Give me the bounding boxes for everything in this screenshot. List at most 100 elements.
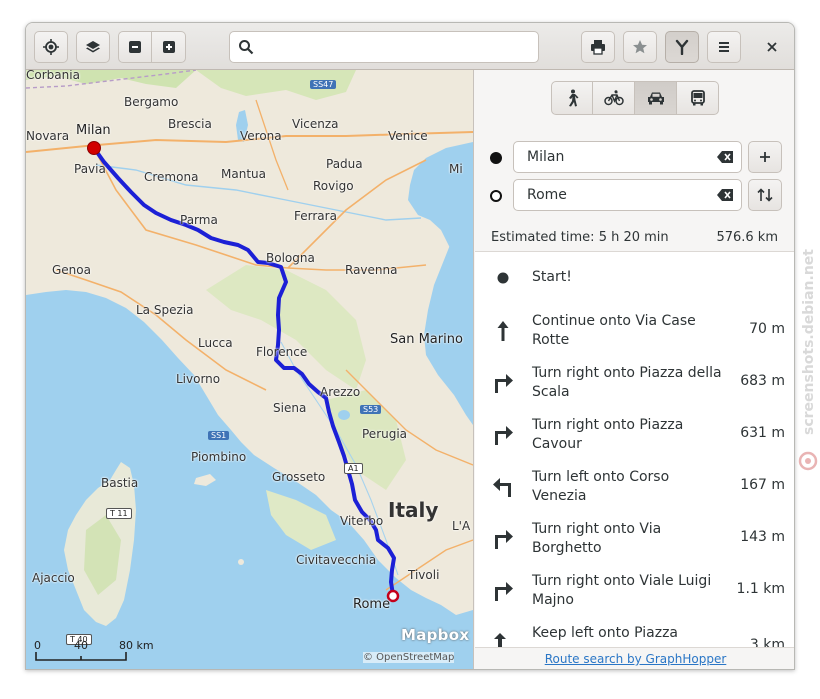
- map-label: La Spezia: [136, 303, 194, 317]
- map-label-milan: Milan: [76, 123, 111, 138]
- map-label: Florence: [256, 345, 308, 359]
- zoom-in-icon: [162, 41, 175, 53]
- search-field[interactable]: [229, 31, 539, 63]
- instruction-row[interactable]: Turn right onto Viale Luigi Majno 1.1 km: [475, 565, 794, 617]
- map-label: Padua: [326, 157, 363, 171]
- clear-icon[interactable]: [717, 151, 733, 163]
- instruction-text: Turn left onto Corso Venezia: [532, 469, 670, 504]
- add-waypoint-button[interactable]: [748, 141, 782, 173]
- instruction-text: Continue onto Via Case Rotte: [532, 313, 696, 348]
- map-label: Grosseto: [272, 470, 326, 484]
- map-label: L'A: [452, 519, 471, 533]
- map-attribution[interactable]: © OpenStreetMap: [363, 652, 455, 663]
- reverse-icon: [757, 188, 773, 202]
- scale-label: 0: [34, 639, 41, 652]
- instruction-distance: 3 km: [749, 637, 785, 648]
- close-icon: [767, 42, 777, 52]
- map-label: Brescia: [168, 117, 212, 131]
- print-button[interactable]: [581, 31, 615, 63]
- map-label: Siena: [273, 401, 307, 415]
- instruction-row[interactable]: Start!: [475, 252, 794, 304]
- route-summary: Estimated time: 5 h 20 min 576.6 km: [491, 230, 778, 245]
- mode-cycling-button[interactable]: [593, 81, 635, 115]
- mode-transit-button[interactable]: [677, 81, 719, 115]
- turn-right-icon: [489, 421, 517, 449]
- map-label: Piombino: [191, 450, 247, 464]
- instruction-text: Start!: [532, 269, 572, 285]
- road-shield: T 11: [106, 508, 132, 519]
- locate-button[interactable]: [34, 31, 68, 63]
- map-label: Genoa: [52, 263, 91, 277]
- instruction-text: Turn right onto Viale Luigi Majno: [532, 573, 712, 608]
- reverse-route-button[interactable]: [748, 179, 782, 211]
- destination-input[interactable]: [527, 185, 707, 205]
- scale-label: 40: [74, 639, 88, 652]
- end-dot-icon: [490, 190, 502, 202]
- map-label: Mi: [449, 162, 463, 176]
- start-marker[interactable]: [87, 141, 101, 155]
- map-label: Cremona: [144, 170, 199, 184]
- keep-left-icon: [489, 629, 517, 647]
- map-view[interactable]: Corbania Milan Bergamo Brescia Verona Vi…: [26, 70, 473, 670]
- zoom-out-button[interactable]: [118, 31, 152, 63]
- instruction-text: Turn right onto Via Borghetto: [532, 521, 662, 556]
- mode-walking-button[interactable]: [551, 81, 593, 115]
- zoom-in-button[interactable]: [152, 31, 186, 63]
- bus-icon: [690, 90, 705, 106]
- map-label: Vicenza: [292, 117, 339, 131]
- menu-button[interactable]: [707, 31, 741, 63]
- map-label: Bologna: [266, 251, 315, 265]
- instruction-distance: 70 m: [749, 321, 785, 337]
- map-label: Pavia: [74, 162, 106, 176]
- instruction-row[interactable]: Turn right onto Piazza Cavour 631 m: [475, 409, 794, 461]
- instruction-list[interactable]: Start! Continue onto Via Case Rotte 70 m…: [475, 251, 794, 648]
- map-label: Perugia: [362, 427, 408, 441]
- route-button[interactable]: [665, 31, 699, 63]
- instruction-row[interactable]: Turn right onto Via Borghetto 143 m: [475, 513, 794, 565]
- map-label: Venice: [388, 129, 428, 143]
- instruction-distance: 167 m: [740, 477, 785, 493]
- start-input[interactable]: [527, 147, 707, 167]
- graphhopper-link[interactable]: Route search by GraphHopper: [545, 652, 727, 666]
- instruction-distance: 143 m: [740, 529, 785, 545]
- map-label: Novara: [26, 129, 70, 143]
- start-dot-icon: [490, 152, 502, 164]
- start-dot-icon: [489, 264, 517, 292]
- favorites-button[interactable]: [623, 31, 657, 63]
- menu-icon: [719, 42, 729, 52]
- map-label: Arezzo: [320, 385, 361, 399]
- road-shield: SS47: [310, 80, 337, 89]
- instruction-row[interactable]: Turn left onto Corso Venezia 167 m: [475, 461, 794, 513]
- close-button[interactable]: [756, 31, 788, 63]
- instruction-row[interactable]: Turn right onto Piazza della Scala 683 m: [475, 357, 794, 409]
- maps-window: Corbania Milan Bergamo Brescia Verona Vi…: [25, 22, 795, 670]
- map-label: Ferrara: [294, 209, 337, 223]
- route-footer: Route search by GraphHopper: [474, 648, 794, 669]
- turn-right-icon: [489, 525, 517, 553]
- map-label: Civitavecchia: [296, 553, 377, 567]
- instruction-text: Turn right onto Piazza Cavour: [532, 417, 684, 452]
- scale-label: 80 km: [119, 639, 154, 652]
- search-input[interactable]: [262, 36, 532, 58]
- add-icon: [760, 152, 770, 162]
- header-bar: [26, 23, 794, 70]
- start-entry[interactable]: [513, 141, 742, 173]
- map-canvas[interactable]: [26, 70, 473, 670]
- map-label: Lucca: [198, 336, 233, 350]
- map-label: Corbania: [26, 70, 80, 82]
- mapbox-logo[interactable]: Mapbox: [401, 626, 469, 644]
- clear-icon[interactable]: [717, 189, 733, 201]
- instruction-row[interactable]: Keep left onto Piazza 3 km: [475, 617, 794, 648]
- destination-entry[interactable]: [513, 179, 742, 211]
- search-icon: [239, 40, 254, 55]
- road-shield: SS1: [208, 431, 230, 440]
- map-label: Mantua: [221, 167, 266, 181]
- mode-car-button[interactable]: [635, 81, 677, 115]
- map-label: Rovigo: [313, 179, 354, 193]
- map-label: Ajaccio: [32, 571, 75, 585]
- instruction-row[interactable]: Continue onto Via Case Rotte 70 m: [475, 305, 794, 357]
- car-icon: [647, 92, 664, 105]
- scale-bar: 0 40 80 km: [34, 630, 184, 664]
- watermark-text: screenshots.debian.net: [801, 249, 817, 435]
- layers-button[interactable]: [76, 31, 110, 63]
